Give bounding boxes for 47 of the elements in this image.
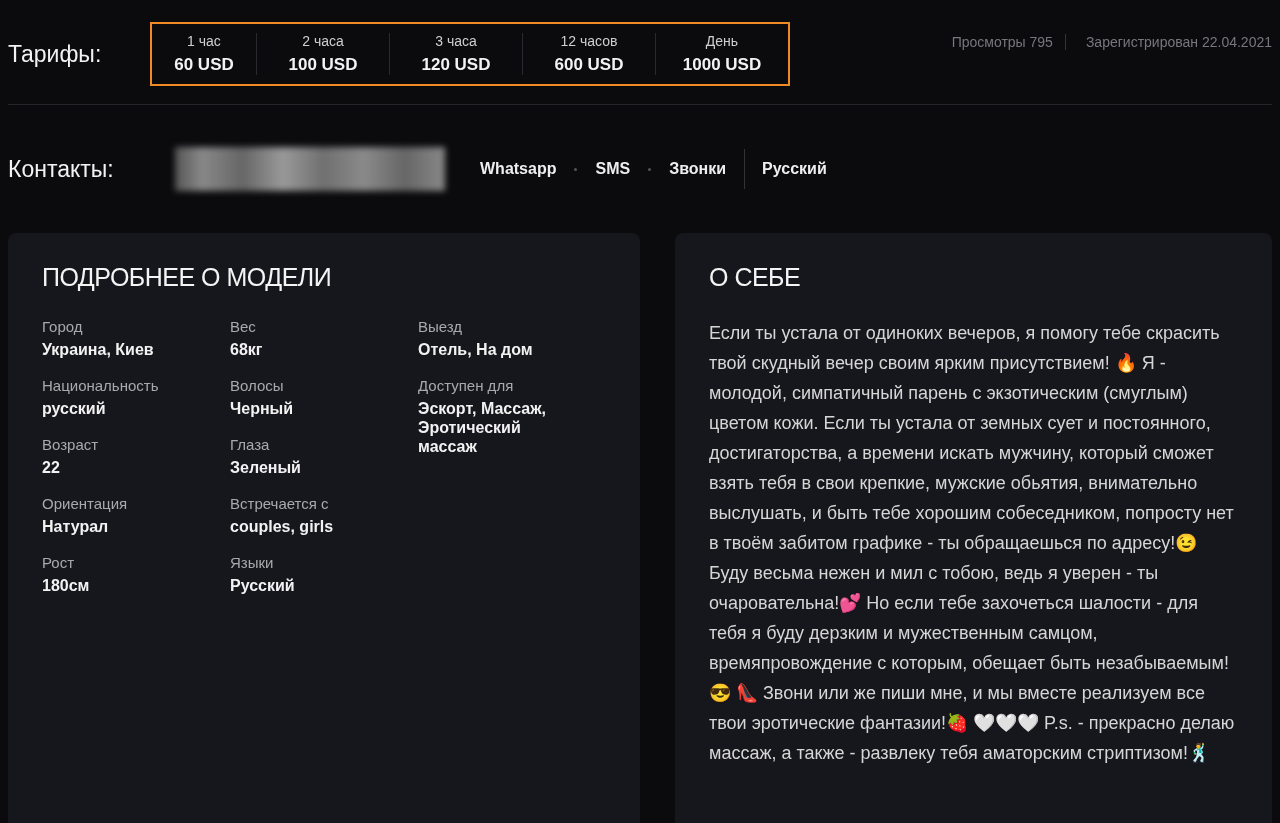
contact-method: Whatsapp	[480, 160, 557, 178]
field-label: Языки	[230, 554, 275, 571]
card-title: О СЕБЕ	[709, 263, 802, 292]
field-label: Встречается с	[230, 495, 330, 512]
tariff-duration: 3 часа	[435, 33, 477, 49]
field-label: Рост	[42, 554, 76, 571]
field-value: Эскорт, Массаж, Эротический массаж	[418, 399, 548, 456]
tariff-duration: День	[705, 33, 739, 49]
field-value: русский	[42, 399, 107, 418]
field-value: 180см	[42, 576, 91, 595]
field-label: Ориентация	[42, 495, 129, 512]
field-value: 68кг	[230, 340, 264, 359]
contact-method: SMS	[595, 160, 631, 178]
tariff-price: 120 USD	[421, 55, 491, 75]
field-label: Глаза	[230, 436, 271, 453]
tariffs-label: Тарифы:	[8, 40, 103, 68]
field-value: 22	[42, 458, 61, 477]
field-value: couples, girls	[230, 517, 335, 536]
field-value: Зеленый	[230, 458, 302, 477]
field-label: Вес	[230, 318, 257, 335]
field-label: Волосы	[230, 377, 285, 394]
field-value: Русский	[230, 576, 296, 595]
contacts-label: Контакты:	[8, 155, 115, 183]
tariff-duration: 1 час	[187, 33, 221, 49]
tariff-duration: 12 часов	[560, 33, 618, 49]
field-value: Натурал	[42, 517, 110, 536]
field-label: Город	[42, 318, 84, 335]
tariff-price: 100 USD	[288, 55, 358, 75]
profile-stat: Зарегистрирован 22.04.2021	[1064, 34, 1272, 50]
profile-stat: Просмотры 795	[951, 34, 1053, 50]
field-label: Возраст	[42, 436, 100, 453]
field-label: Доступен для	[418, 377, 515, 394]
tariff-price: 1000 USD	[682, 55, 762, 75]
contact-method: Звонки	[669, 160, 727, 178]
field-value: Черный	[230, 399, 295, 418]
field-value: Украина, Киев	[42, 340, 155, 359]
tariff-price: 60 USD	[174, 55, 234, 75]
contact-language: Русский	[744, 149, 827, 189]
field-label: Национальность	[42, 377, 160, 394]
field-value: Отель, На дом	[418, 340, 534, 359]
about-text: Если ты устала от одиноких вечеров, я помогу тебе скрасить твой скудный вечер своим ярким присутствием! 🔥 Я - молодой, симпатичный парень с экзотическим (смуглым) цветом кожи. Если ты устала от земных сует и постоянного, достигаторства, а времени искать мужчину, который сможет взять тебя в свои крепкие, мужские обьятия, внимательно выслушать, и быть тебе хорошим собеседником, попросту нет в твоём забитом графике - ты обращаешься по адресу!😉 Буду весьма нежен и мил с тобою, ведь я уверен - ты очаровательна!💕 Но если тебе захочеться шалости - для тебя я буду дерзким и мужественным самцом, времяпровождение с которым, обещает быть незабываемым!😎 👠 Звони или же пиши мне, и мы вместе реализуем все твои эротические фантазии!🍓 🤍🤍🤍 P.s. - прекрасно делаю массаж, а также - развлеку тебя аматорским стриптизом!🕺	[709, 322, 1236, 765]
field-label: Выезд	[418, 318, 464, 335]
card-title: ПОДРОБНЕЕ О МОДЕЛИ	[42, 263, 333, 292]
tariff-price: 600 USD	[554, 55, 624, 75]
tariff-duration: 2 часа	[302, 33, 344, 49]
separator-dot	[648, 167, 652, 171]
separator-dot	[574, 167, 578, 171]
